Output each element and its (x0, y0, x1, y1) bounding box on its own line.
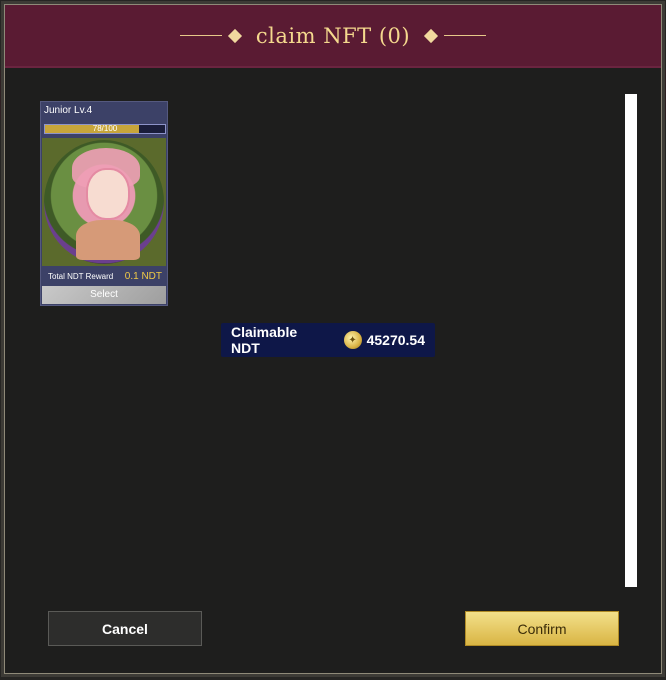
nft-card[interactable]: Junior Lv.4 78/100 Total NDT Reward 0.1 … (40, 101, 168, 306)
title-ornament: claim NFT (0) (179, 23, 487, 48)
modal-title: claim NFT (0) (255, 23, 411, 48)
xp-text: 78/100 (92, 124, 118, 133)
claimable-value: 45270.54 (366, 332, 425, 348)
claimable-ndt-panel: Claimable NDT ✦ 45270.54 (221, 323, 435, 357)
ornament-line-left (179, 35, 222, 36)
nft-character-image (42, 138, 166, 266)
reward-value: 0.1 NDT (124, 270, 162, 282)
character-face (86, 168, 130, 220)
card-level: Junior Lv.4 (44, 105, 93, 116)
reward-row: Total NDT Reward 0.1 NDT (42, 268, 166, 284)
modal-header: claim NFT (0) (5, 5, 661, 68)
reward-label: Total NDT Reward (48, 271, 114, 281)
modal-body: Junior Lv.4 78/100 Total NDT Reward 0.1 … (5, 68, 661, 673)
character-body (76, 220, 140, 260)
scrollbar[interactable] (625, 94, 637, 587)
xp-bar: 78/100 (44, 124, 166, 134)
diamond-icon (424, 28, 439, 43)
ornament-line-right (444, 35, 487, 36)
confirm-button[interactable]: Confirm (465, 611, 619, 646)
cancel-button[interactable]: Cancel (48, 611, 202, 646)
claim-nft-modal: claim NFT (0) Junior Lv.4 78/100 Total N… (4, 4, 662, 674)
diamond-icon (227, 28, 242, 43)
select-button[interactable]: Select (42, 286, 166, 304)
claimable-label: Claimable NDT (231, 324, 298, 356)
coin-icon: ✦ (343, 331, 362, 349)
